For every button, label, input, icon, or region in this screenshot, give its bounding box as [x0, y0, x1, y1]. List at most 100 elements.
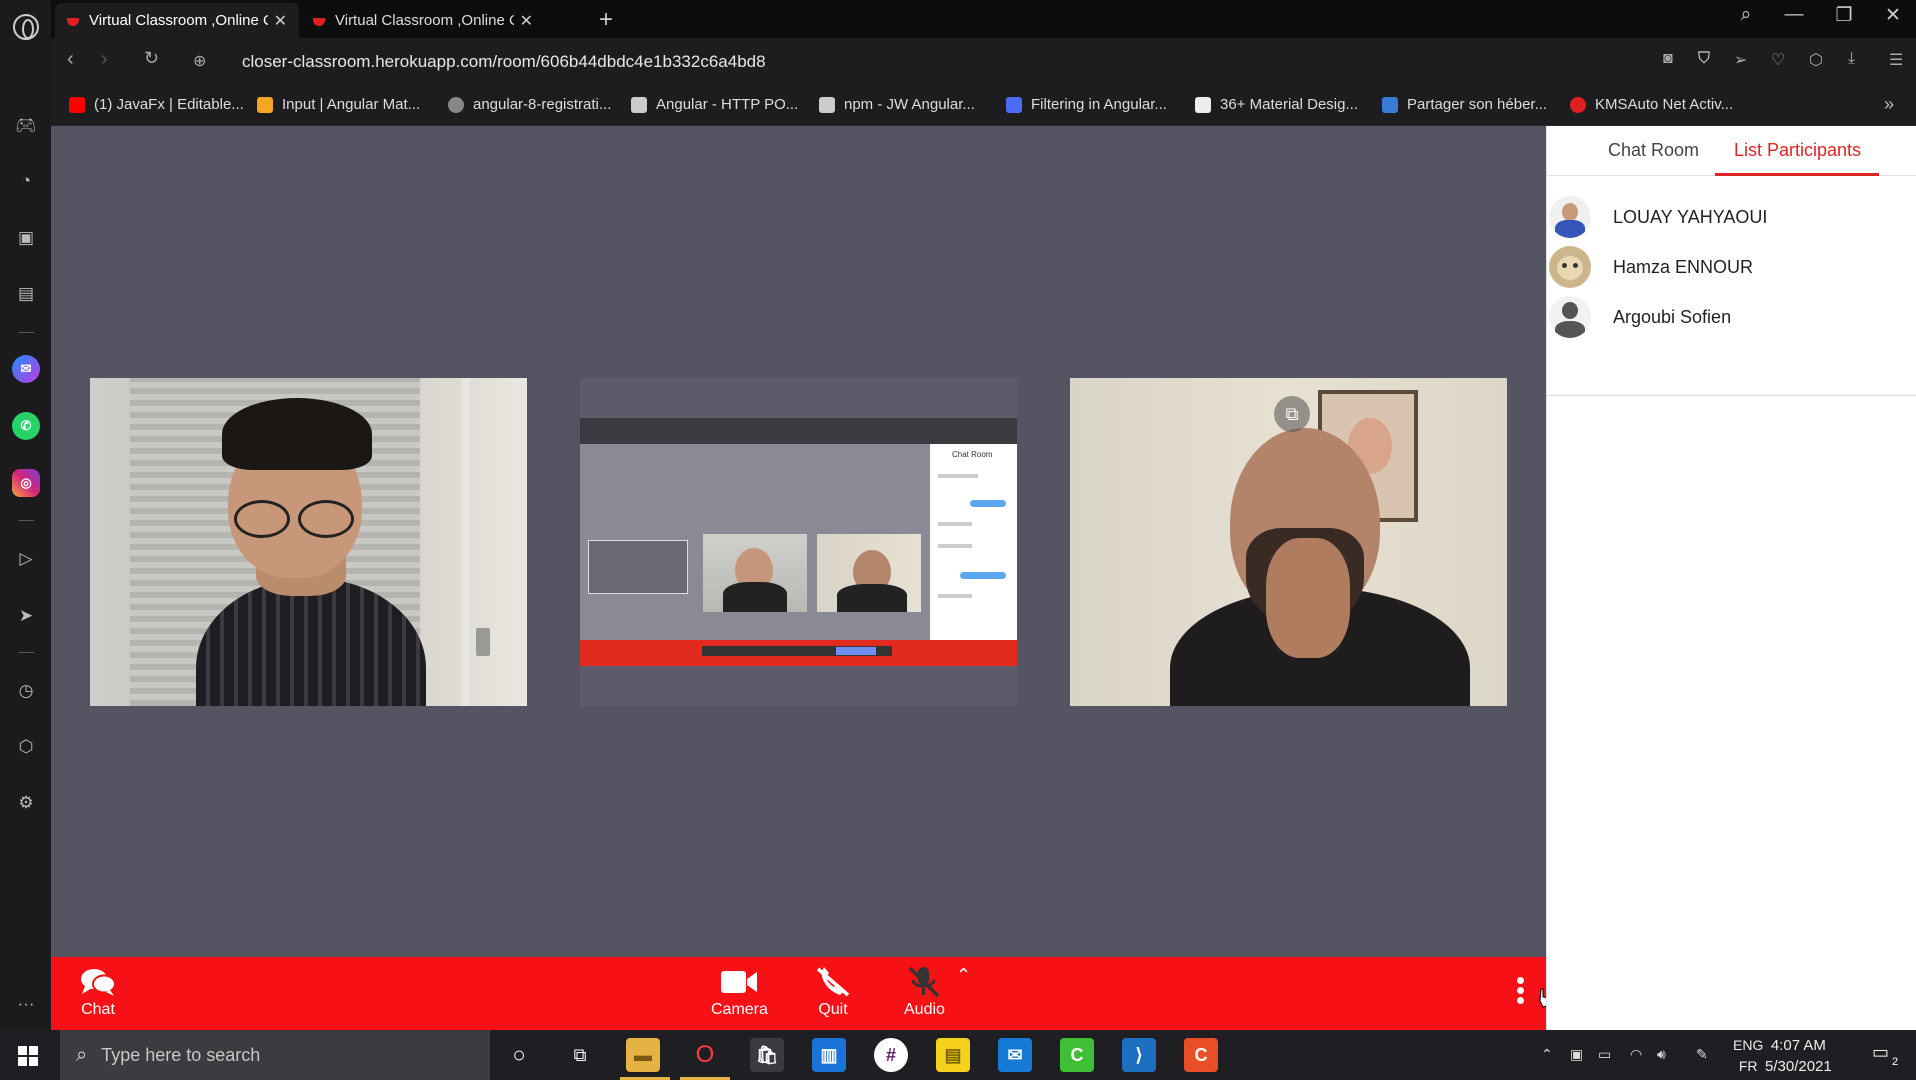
- bookmark-item[interactable]: Partager son héber...: [1382, 96, 1547, 113]
- file-explorer-icon[interactable]: ▬: [626, 1038, 660, 1072]
- cortana-icon[interactable]: ○: [502, 1038, 536, 1072]
- participant-name: LOUAY YAHYAOUI: [1613, 206, 1768, 227]
- tab-close-icon[interactable]: ✕: [274, 11, 287, 31]
- mail-icon[interactable]: ✉: [998, 1038, 1032, 1072]
- task-view-icon[interactable]: ⧉: [563, 1038, 597, 1072]
- bookmark-item[interactable]: Angular - HTTP PO...: [631, 96, 798, 113]
- sidebar-divider: [18, 332, 34, 333]
- system-clock[interactable]: 4:07 AM 5/30/2021: [1765, 1035, 1832, 1077]
- restore-icon[interactable]: ❐: [1829, 4, 1859, 27]
- send-page-icon[interactable]: ➢: [1734, 50, 1747, 70]
- tab-chat-room[interactable]: Chat Room: [1608, 140, 1699, 161]
- tab-close-icon[interactable]: ✕: [520, 11, 533, 31]
- site-avatar-icon: [819, 96, 835, 113]
- bookmark-label: Partager son héber...: [1407, 96, 1548, 113]
- snapshot-camera-icon[interactable]: ◙: [1663, 50, 1673, 68]
- microsoft-store-icon[interactable]: 🛍︎: [750, 1038, 784, 1072]
- bookmark-item[interactable]: angular-8-registrati...: [448, 96, 611, 113]
- participant-item[interactable]: Argoubi Sofien: [1547, 292, 1916, 342]
- chat-line: [938, 544, 972, 548]
- taskbar-search[interactable]: ⌕ Type here to search: [60, 1030, 490, 1080]
- audio-button[interactable]: Audio: [904, 965, 945, 1019]
- bookmark-item[interactable]: 36+ Material Desig...: [1195, 96, 1358, 113]
- chat-line: [938, 522, 972, 526]
- new-tab-icon[interactable]: +: [599, 6, 613, 34]
- video-tile-participant-2[interactable]: ⧉: [1070, 378, 1507, 706]
- camera-button[interactable]: Camera: [711, 965, 768, 1019]
- popout-icon[interactable]: ⧉: [1274, 396, 1310, 432]
- screen-recorder-icon[interactable]: C: [1184, 1038, 1218, 1072]
- minimize-icon[interactable]: —: [1779, 4, 1809, 26]
- input-language-indicator[interactable]: ENG FR: [1733, 1035, 1763, 1077]
- send-icon[interactable]: ➤: [12, 602, 40, 630]
- search-tabs-icon[interactable]: ⌕: [1731, 4, 1761, 26]
- audio-options-chevron-up-icon[interactable]: ⌃: [956, 965, 971, 986]
- battery-icon[interactable]: ▭: [1598, 1046, 1611, 1063]
- reload-icon[interactable]: ↻: [144, 48, 159, 69]
- windows-start-icon[interactable]: [18, 1046, 38, 1066]
- clock-date: 5/30/2021: [1765, 1058, 1832, 1075]
- bookmark-heart-icon[interactable]: ♡: [1771, 50, 1785, 70]
- back-icon[interactable]: ‹: [67, 48, 74, 71]
- opera-menu-icon[interactable]: [13, 14, 39, 40]
- trello-icon[interactable]: ▥: [812, 1038, 846, 1072]
- extensions-icon[interactable]: ▣: [12, 224, 40, 252]
- more-dots-icon[interactable]: ···: [12, 990, 40, 1018]
- microphone-muted-icon: [904, 965, 944, 999]
- volume-icon[interactable]: 🔊︎: [1657, 1046, 1666, 1063]
- wifi-icon[interactable]: ◠: [1630, 1046, 1642, 1063]
- bookmark-item[interactable]: npm - JW Angular...: [819, 96, 975, 113]
- shared-video-thumb-2: [817, 534, 921, 612]
- thumb-torso: [837, 584, 907, 612]
- door-frame: [462, 378, 470, 706]
- forward-icon[interactable]: ›: [101, 48, 108, 71]
- kms-logo-icon: [1570, 96, 1586, 113]
- angular-material-icon: [257, 96, 273, 113]
- check-logo-icon: [1382, 96, 1398, 113]
- history-icon[interactable]: ◷: [12, 677, 40, 705]
- slack-icon[interactable]: #: [874, 1038, 908, 1072]
- gamepad-icon[interactable]: 🎮︎: [12, 112, 40, 140]
- cube-icon[interactable]: ⬡: [12, 733, 40, 761]
- participant-item[interactable]: LOUAY YAHYAOUI: [1547, 192, 1916, 242]
- adblock-shield-icon[interactable]: ⛉: [1698, 50, 1710, 68]
- more-bookmarks-chevron-icon[interactable]: »: [1884, 94, 1894, 115]
- participant-item[interactable]: Hamza ENNOUR: [1547, 242, 1916, 292]
- player-icon[interactable]: ▷: [12, 545, 40, 573]
- bookmark-item[interactable]: KMSAuto Net Activ...: [1570, 96, 1733, 113]
- whatsapp-icon[interactable]: ✆: [12, 412, 40, 440]
- camtasia-icon[interactable]: C: [1060, 1038, 1094, 1072]
- youtube-icon: [69, 96, 85, 113]
- bookmark-item[interactable]: Input | Angular Mat...: [257, 96, 420, 113]
- twitch-icon[interactable]: ▤: [12, 280, 40, 308]
- speed-dial-icon[interactable]: ◔: [12, 167, 40, 195]
- extension-cube-icon[interactable]: ⬡: [1809, 50, 1823, 70]
- tab-list-participants[interactable]: List Participants: [1734, 140, 1861, 161]
- bookmark-item[interactable]: (1) JavaFx | Editable...: [69, 96, 244, 113]
- video-tile-screen-share[interactable]: Chat Room: [580, 378, 1017, 706]
- sticky-notes-icon[interactable]: ▤: [936, 1038, 970, 1072]
- download-icon[interactable]: ⤓: [1848, 50, 1855, 68]
- bookmark-item[interactable]: Filtering in Angular...: [1006, 96, 1167, 113]
- url-field[interactable]: closer-classroom.herokuapp.com/room/606b…: [242, 52, 766, 72]
- video-tile-participant-1[interactable]: [90, 378, 527, 706]
- pen-icon[interactable]: ✎: [1696, 1046, 1708, 1063]
- more-options-kebab-icon[interactable]: [1517, 977, 1527, 1007]
- sidebar-divider: [18, 520, 34, 521]
- opera-taskbar-icon[interactable]: O: [688, 1038, 722, 1072]
- settings-gear-icon[interactable]: ⚙: [12, 789, 40, 817]
- browser-tab-active[interactable]: Virtual Classroom ,Online C ✕: [55, 3, 299, 38]
- quit-button[interactable]: Quit: [814, 965, 852, 1019]
- vscode-icon[interactable]: ⟩: [1122, 1038, 1156, 1072]
- close-window-icon[interactable]: ✕: [1878, 4, 1908, 27]
- chat-bubble: [960, 572, 1006, 579]
- chat-label: Chat: [81, 1001, 115, 1018]
- site-info-globe-icon[interactable]: ⊕: [193, 51, 206, 71]
- browser-tab[interactable]: Virtual Classroom ,Online C ✕: [301, 3, 545, 38]
- tray-overflow-chevron-icon[interactable]: ⌃: [1541, 1046, 1553, 1063]
- chat-button[interactable]: Chat: [79, 965, 117, 1019]
- easy-setup-icon[interactable]: ☰: [1889, 50, 1903, 70]
- messenger-icon[interactable]: ✉: [12, 355, 40, 383]
- meet-now-icon[interactable]: ▣: [1570, 1046, 1583, 1063]
- instagram-icon[interactable]: ◎: [12, 469, 40, 497]
